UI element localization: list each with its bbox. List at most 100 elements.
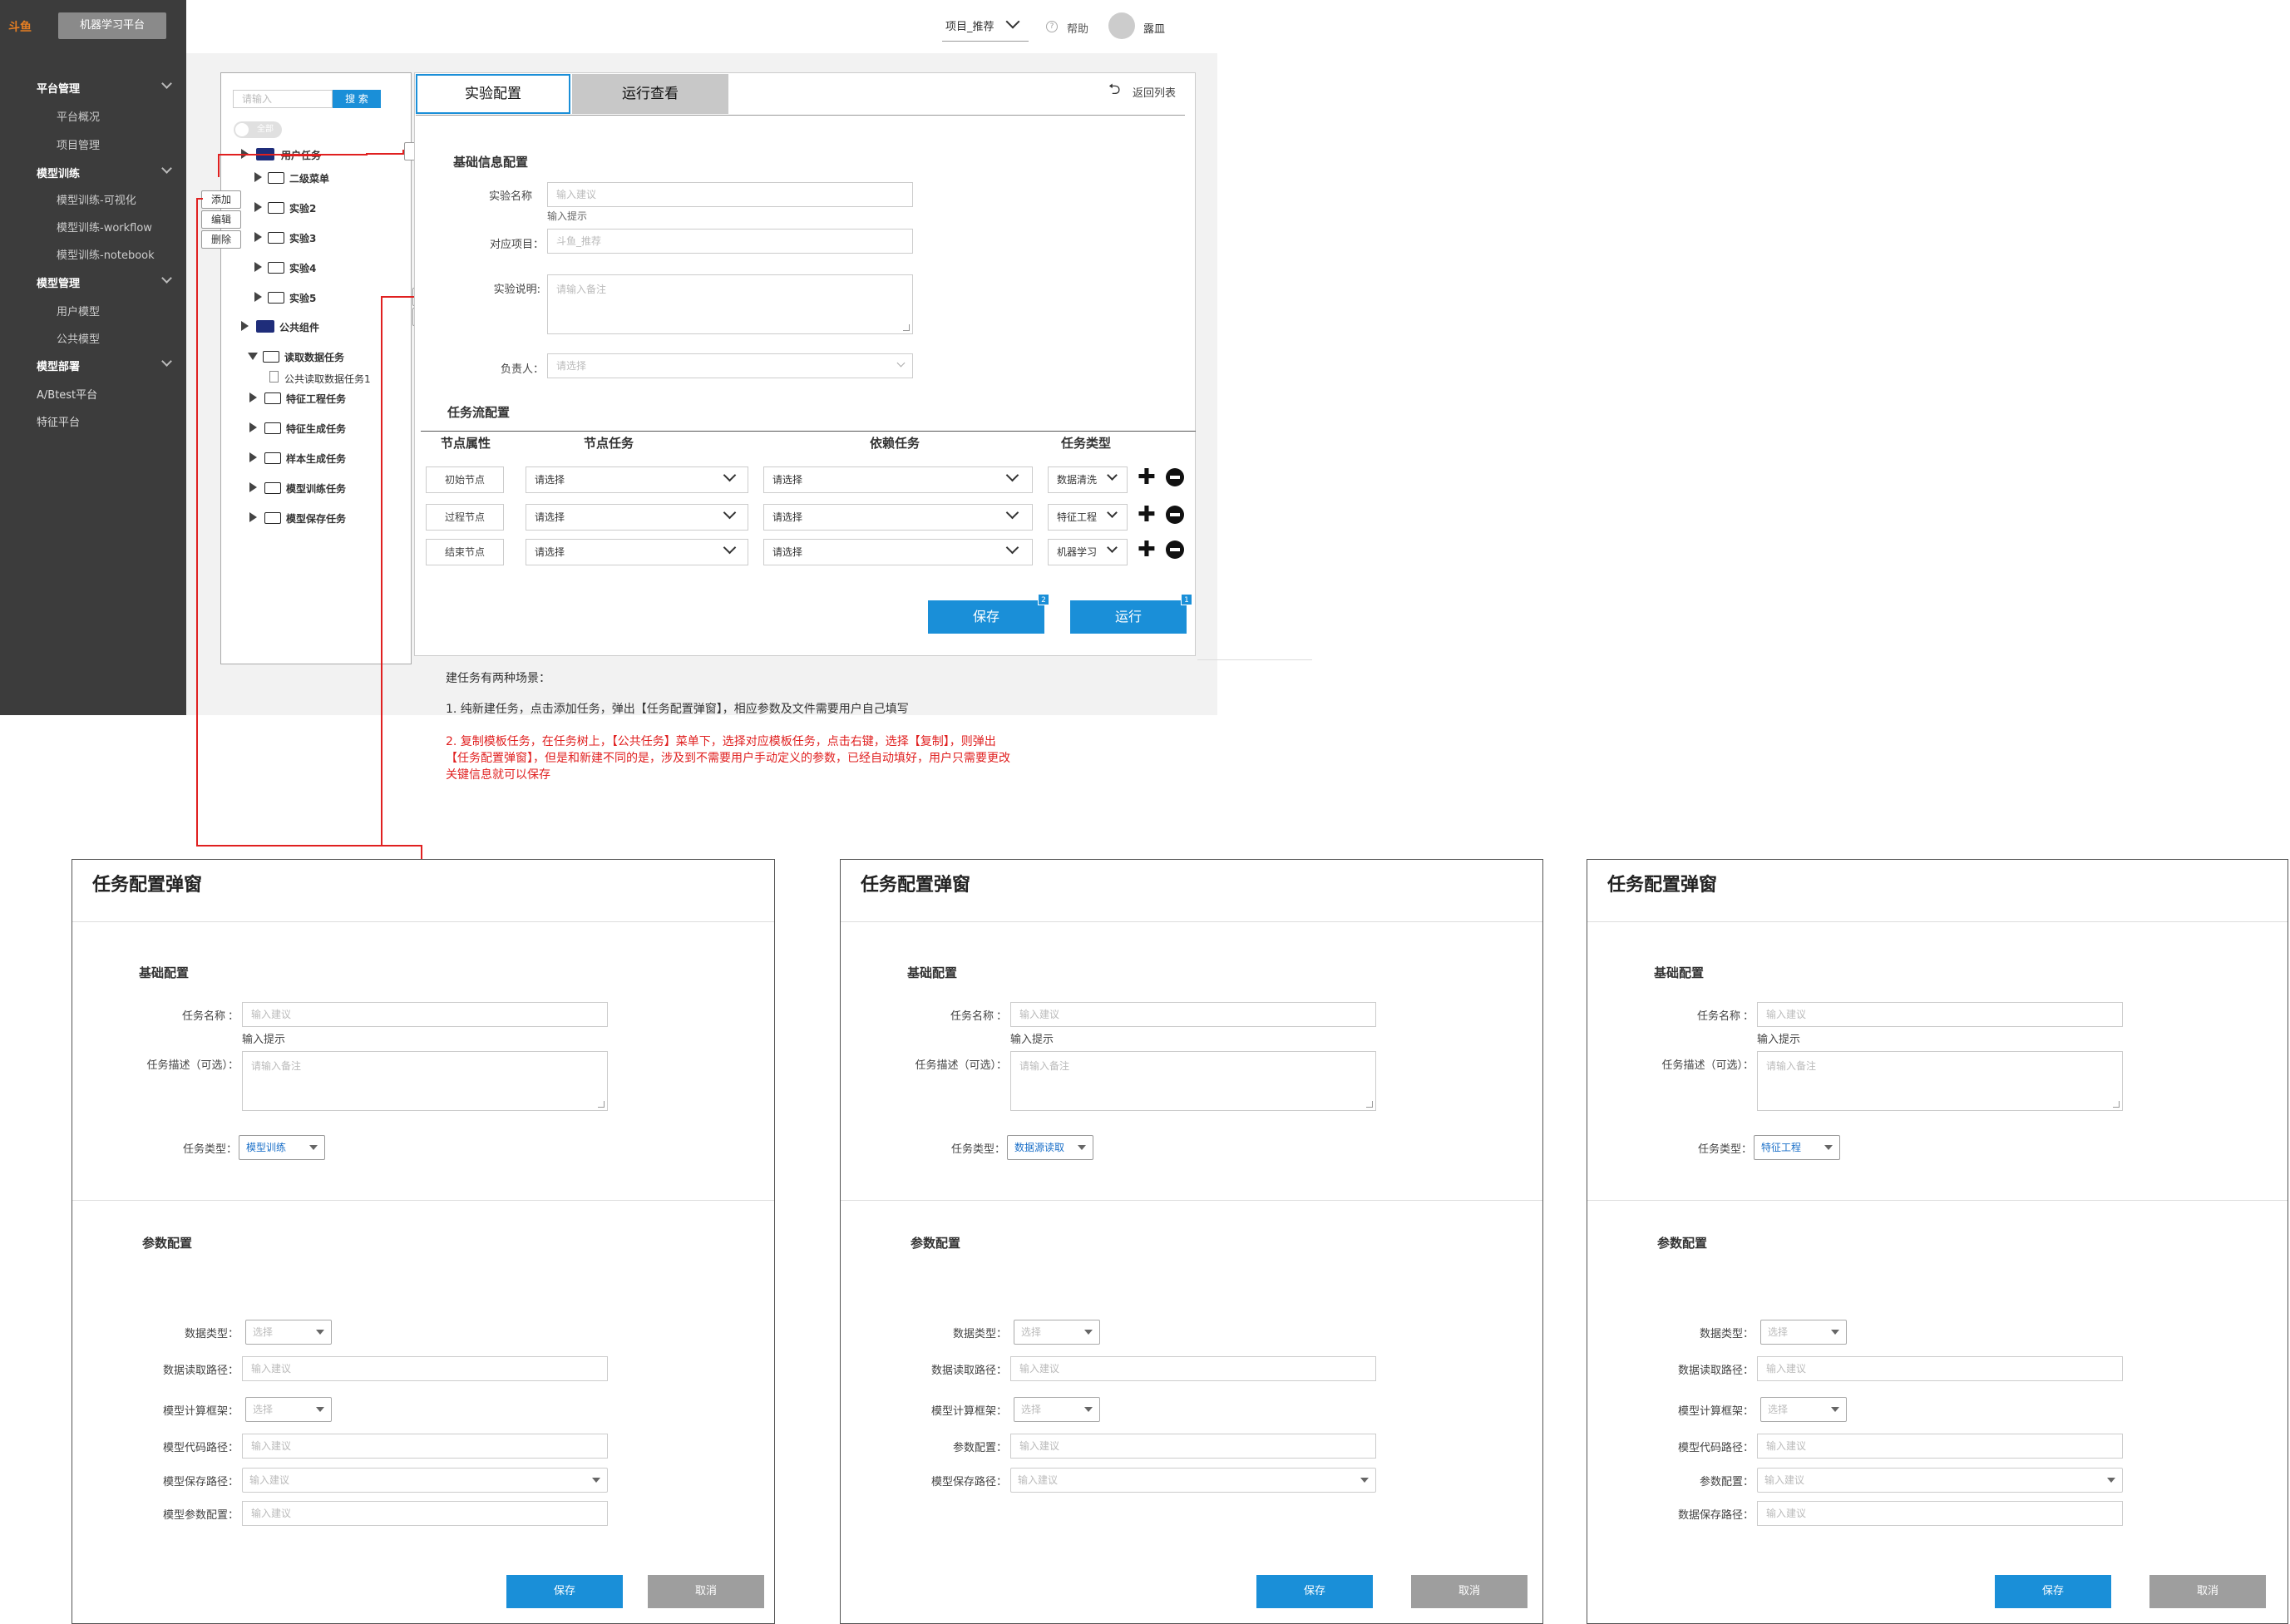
dep-task-select[interactable]: 请选择 [763, 466, 1033, 493]
cancel-button[interactable]: 取消 [1411, 1575, 1527, 1608]
param-dropdown[interactable]: 选择 [245, 1397, 332, 1422]
param-dropdown[interactable]: 输入建议 [242, 1468, 608, 1493]
param-dropdown[interactable]: 选择 [245, 1320, 332, 1345]
node-task-select[interactable]: 请选择 [526, 504, 748, 531]
save-button[interactable]: 保存 [928, 600, 1044, 634]
expand-icon[interactable] [249, 482, 257, 492]
run-button[interactable]: 运行 [1070, 600, 1187, 634]
help-link[interactable]: 帮助 [1067, 20, 1088, 36]
add-row-icon[interactable]: ✚ [1138, 504, 1156, 526]
expand-icon[interactable] [249, 452, 257, 462]
experiment-name-input[interactable]: 输入建议 [547, 182, 913, 207]
expand-icon[interactable] [254, 262, 262, 272]
ctx-edit-button[interactable]: 编辑 [201, 210, 241, 229]
task-type-select[interactable]: 特征工程 [1048, 504, 1128, 531]
expand-icon[interactable] [254, 292, 262, 302]
toggle-all[interactable]: 全部 [234, 121, 282, 138]
task-name-input[interactable]: 输入建议 [1010, 1002, 1376, 1027]
param-input[interactable]: 输入建议 [1757, 1356, 2123, 1381]
help-icon[interactable]: ? [1046, 21, 1058, 32]
param-input[interactable]: 输入建议 [1757, 1501, 2123, 1526]
tree-node[interactable]: 实验2 [289, 201, 316, 215]
task-desc-textarea[interactable]: 请输入备注 [242, 1051, 608, 1111]
nav-group-deploy[interactable]: 模型部署 [37, 358, 80, 373]
nav-item-workflow[interactable]: 模型训练-workflow [57, 219, 152, 234]
resize-handle[interactable] [903, 324, 910, 331]
tab-run-view[interactable]: 运行查看 [572, 74, 728, 114]
nav-item-projects[interactable]: 项目管理 [57, 136, 100, 152]
project-input[interactable]: 斗鱼_推荐 [547, 229, 913, 254]
avatar[interactable] [1108, 12, 1135, 39]
tree-leaf[interactable]: 公共读取数据任务1 [284, 372, 371, 386]
nav-group-platform[interactable]: 平台管理 [37, 80, 80, 96]
node-task-select[interactable]: 请选择 [526, 466, 748, 493]
task-type-dropdown[interactable]: 模型训练 [239, 1135, 325, 1160]
tree-node-public[interactable]: 公共组件 [279, 320, 319, 334]
task-name-input[interactable]: 输入建议 [1757, 1002, 2123, 1027]
dep-task-select[interactable]: 请选择 [763, 504, 1033, 531]
user-name[interactable]: 露皿 [1143, 20, 1165, 36]
remove-row-icon[interactable] [1166, 468, 1184, 486]
param-input[interactable]: 输入建议 [1010, 1356, 1376, 1381]
tree-node[interactable]: 样本生成任务 [286, 452, 346, 466]
nav-group-models[interactable]: 模型管理 [37, 274, 80, 290]
expand-icon[interactable] [249, 422, 257, 432]
task-type-dropdown[interactable]: 数据源读取 [1007, 1135, 1093, 1160]
node-task-select[interactable]: 请选择 [526, 539, 748, 565]
param-input[interactable]: 输入建议 [242, 1356, 608, 1381]
cancel-button[interactable]: 取消 [2149, 1575, 2266, 1608]
back-to-list[interactable]: 返回列表 [1133, 84, 1176, 100]
nav-item-visual[interactable]: 模型训练-可视化 [57, 191, 136, 207]
nav-item-user-models[interactable]: 用户模型 [57, 303, 100, 318]
save-button[interactable]: 保存 [1995, 1575, 2111, 1608]
nav-item-overview[interactable]: 平台概况 [57, 108, 100, 124]
tree-node[interactable]: 实验4 [289, 261, 316, 275]
tab-experiment-config[interactable]: 实验配置 [416, 74, 570, 114]
add-row-icon[interactable]: ✚ [1138, 466, 1156, 488]
param-dropdown[interactable]: 选择 [1760, 1397, 1847, 1422]
param-input[interactable]: 输入建议 [242, 1501, 608, 1526]
resize-handle[interactable] [2113, 1101, 2120, 1108]
save-button[interactable]: 保存 [1256, 1575, 1373, 1608]
tree-node[interactable]: 模型训练任务 [286, 481, 346, 496]
param-input[interactable]: 输入建议 [242, 1434, 608, 1459]
nav-item-feature[interactable]: 特征平台 [37, 413, 80, 429]
add-row-icon[interactable]: ✚ [1138, 539, 1156, 560]
param-input[interactable]: 输入建议 [1010, 1434, 1376, 1459]
expand-icon[interactable] [254, 202, 262, 212]
nav-group-training[interactable]: 模型训练 [37, 165, 80, 180]
task-desc-textarea[interactable]: 请输入备注 [1010, 1051, 1376, 1111]
save-button[interactable]: 保存 [506, 1575, 623, 1608]
param-dropdown[interactable]: 选择 [1760, 1320, 1847, 1345]
nav-item-abtest[interactable]: A/Btest平台 [37, 386, 97, 402]
ctx-add-button[interactable]: 添加 [201, 190, 241, 209]
param-dropdown[interactable]: 输入建议 [1010, 1468, 1376, 1493]
tree-search-button[interactable]: 搜 索 [333, 90, 381, 108]
resize-handle[interactable] [1366, 1101, 1373, 1108]
tree-node[interactable]: 模型保存任务 [286, 511, 346, 526]
owner-select[interactable]: 请选择 [547, 353, 913, 378]
task-desc-textarea[interactable]: 请输入备注 [1757, 1051, 2123, 1111]
task-type-select[interactable]: 机器学习 [1048, 539, 1128, 565]
expand-icon[interactable] [254, 232, 262, 242]
cancel-button[interactable]: 取消 [648, 1575, 764, 1608]
expand-icon[interactable] [249, 392, 257, 402]
platform-button[interactable]: 机器学习平台 [58, 12, 166, 39]
nav-item-notebook[interactable]: 模型训练-notebook [57, 246, 155, 262]
tree-node[interactable]: 特征工程任务 [286, 392, 346, 406]
task-type-select[interactable]: 数据清洗 [1048, 466, 1128, 493]
experiment-desc-textarea[interactable]: 请输入备注 [547, 274, 913, 334]
resize-handle[interactable] [598, 1101, 605, 1108]
task-name-input[interactable]: 输入建议 [242, 1002, 608, 1027]
param-input[interactable]: 输入建议 [1757, 1434, 2123, 1459]
param-dropdown[interactable]: 选择 [1014, 1320, 1100, 1345]
dep-task-select[interactable]: 请选择 [763, 539, 1033, 565]
remove-row-icon[interactable] [1166, 506, 1184, 524]
undo-icon[interactable]: ⮌ [1108, 82, 1120, 97]
task-type-dropdown[interactable]: 特征工程 [1754, 1135, 1840, 1160]
ctx-delete-button[interactable]: 删除 [201, 230, 241, 249]
tree-node[interactable]: 实验5 [289, 291, 316, 305]
tree-node[interactable]: 实验3 [289, 231, 316, 245]
tree-node[interactable]: 特征生成任务 [286, 422, 346, 436]
tree-search-input[interactable]: 请输入 [233, 90, 333, 108]
